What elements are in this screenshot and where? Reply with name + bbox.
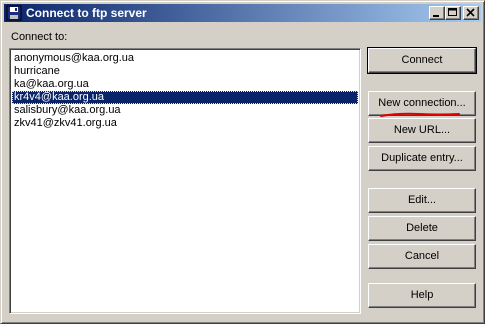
new-url-button[interactable]: New URL... (368, 118, 476, 143)
connect-button[interactable]: Connect (367, 47, 477, 74)
duplicate-entry-button[interactable]: Duplicate entry... (368, 146, 476, 171)
list-item-selected[interactable]: kr4v4@kaa.org.ua (12, 91, 358, 104)
floppy-disk-icon (6, 5, 22, 21)
delete-button[interactable]: Delete (368, 216, 476, 241)
maximize-icon (448, 8, 457, 16)
list-item[interactable]: anonymous@kaa.org.ua (12, 52, 358, 65)
maximize-button[interactable] (445, 6, 461, 20)
edit-button[interactable]: Edit... (368, 188, 476, 213)
list-item[interactable]: hurricane (12, 65, 358, 78)
minimize-icon (433, 15, 439, 17)
window-title: Connect to ftp server (26, 6, 147, 20)
list-item[interactable]: ka@kaa.org.ua (12, 78, 358, 91)
connect-dialog: Connect to ftp server Connect to: anonym… (0, 0, 485, 324)
list-item[interactable]: salisbury@kaa.org.ua (12, 104, 358, 117)
minimize-button[interactable] (429, 6, 445, 20)
help-button[interactable]: Help (368, 283, 476, 308)
red-annotation-underline (380, 112, 460, 117)
cancel-button[interactable]: Cancel (368, 244, 476, 269)
list-item[interactable]: zkv41@zkv41.org.ua (12, 117, 358, 130)
connection-list[interactable]: anonymous@kaa.org.ua hurricane ka@kaa.or… (9, 48, 361, 314)
connect-to-label: Connect to: (11, 31, 68, 43)
title-bar[interactable]: Connect to ftp server (4, 4, 481, 22)
close-button[interactable] (463, 6, 479, 20)
close-icon (466, 8, 475, 17)
